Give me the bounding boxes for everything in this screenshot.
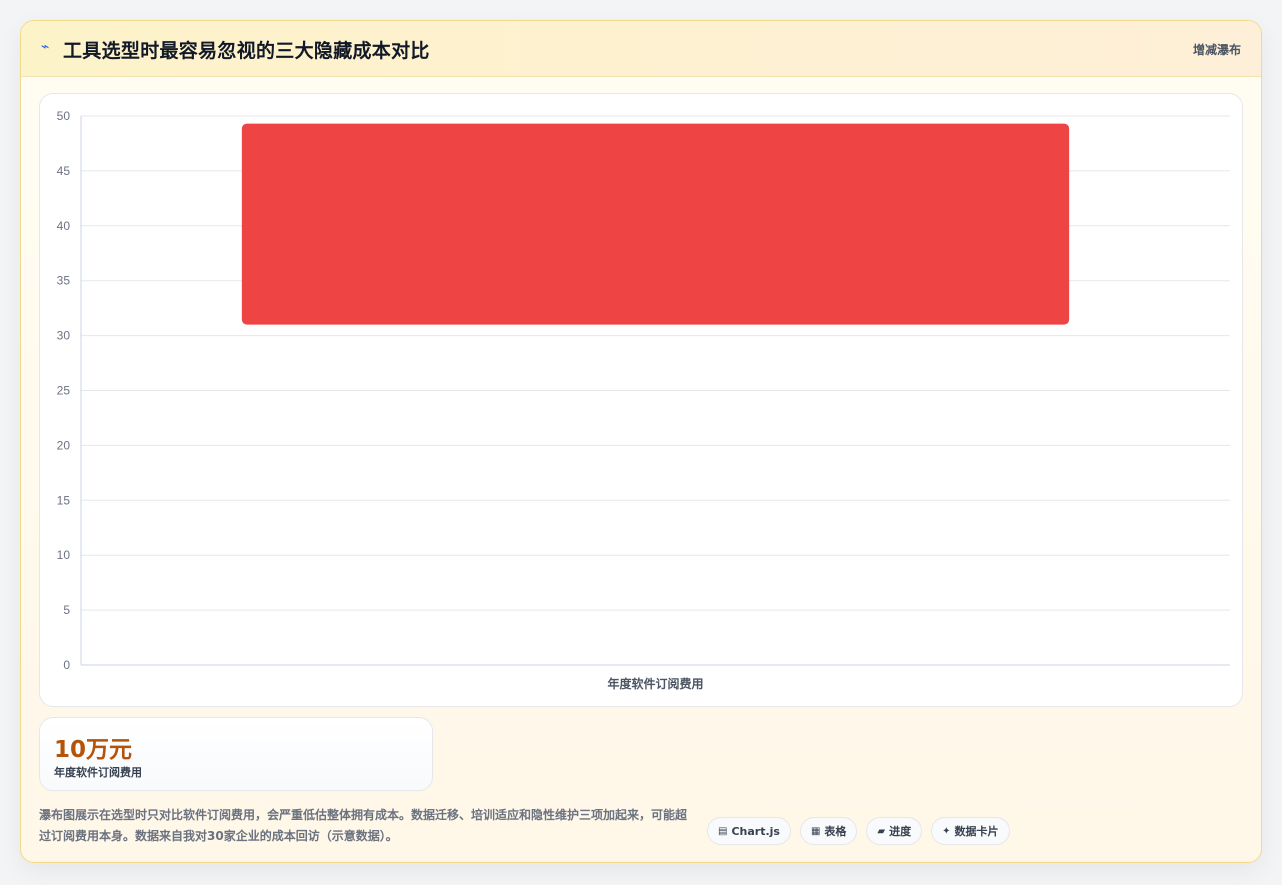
chart-card: ⌁ 工具选型时最容易忽视的三大隐藏成本对比 增减瀑布 0 5 10 15 20 25 30 3… [20,20,1262,863]
y-tick-label: 25 [57,384,71,398]
x-category-label: 年度软件订阅费用 [607,676,703,691]
y-tick-label: 5 [63,603,70,617]
progress-icon: ▰ [877,825,886,837]
y-tick-label: 50 [57,109,71,123]
view-chips: ▤ Chart.js ▦ 表格 ▰ 进度 ✦ 数据卡片 [707,817,1010,845]
chip-progress[interactable]: ▰ 进度 [866,817,923,845]
table-icon: ▦ [810,825,821,837]
y-tick-label: 40 [57,219,71,233]
stat-label: 年度软件订阅费用 [54,766,142,779]
chip-label: 数据卡片 [954,825,999,838]
chart-description: 瀑布图展示在选型时只对比软件订阅费用，会严重低估整体拥有成本。数据迁移、培训适应… [39,808,688,843]
chart-icon: ▤ [718,825,728,837]
y-tick-label: 45 [57,164,71,178]
waterfall-chart: 0 5 10 15 20 25 30 35 40 45 50 年度软件订阅费用 [57,109,1230,691]
sparkle-icon: ✦ [942,825,951,837]
chip-label: Chart.js [731,824,780,838]
y-tick-label: 10 [57,548,71,562]
waterfall-toggle-link[interactable]: 增减瀑布 [1193,41,1241,58]
y-tick-label: 30 [57,329,71,343]
stat-card: 10万元 年度软件订阅费用 [39,717,433,791]
card-title: 工具选型时最容易忽视的三大隐藏成本对比 [63,40,430,62]
chip-data-card[interactable]: ✦ 数据卡片 [931,817,1010,845]
chart-line-icon: ⌁ [41,39,50,55]
waterfall-bar [241,123,1070,325]
stat-value: 10万元 [54,737,133,763]
y-tick-label: 20 [57,438,71,452]
chip-label: 表格 [824,825,847,838]
chip-table[interactable]: ▦ 表格 [799,817,858,845]
y-tick-label: 15 [57,493,71,507]
y-tick-label: 35 [57,274,71,288]
chip-chartjs[interactable]: ▤ Chart.js [707,817,791,845]
y-tick-label: 0 [63,658,70,672]
card-header: ⌁ 工具选型时最容易忽视的三大隐藏成本对比 增减瀑布 [21,21,1261,77]
chart-container: 0 5 10 15 20 25 30 35 40 45 50 年度软件订阅费用 [39,93,1243,707]
chip-label: 进度 [889,825,912,838]
